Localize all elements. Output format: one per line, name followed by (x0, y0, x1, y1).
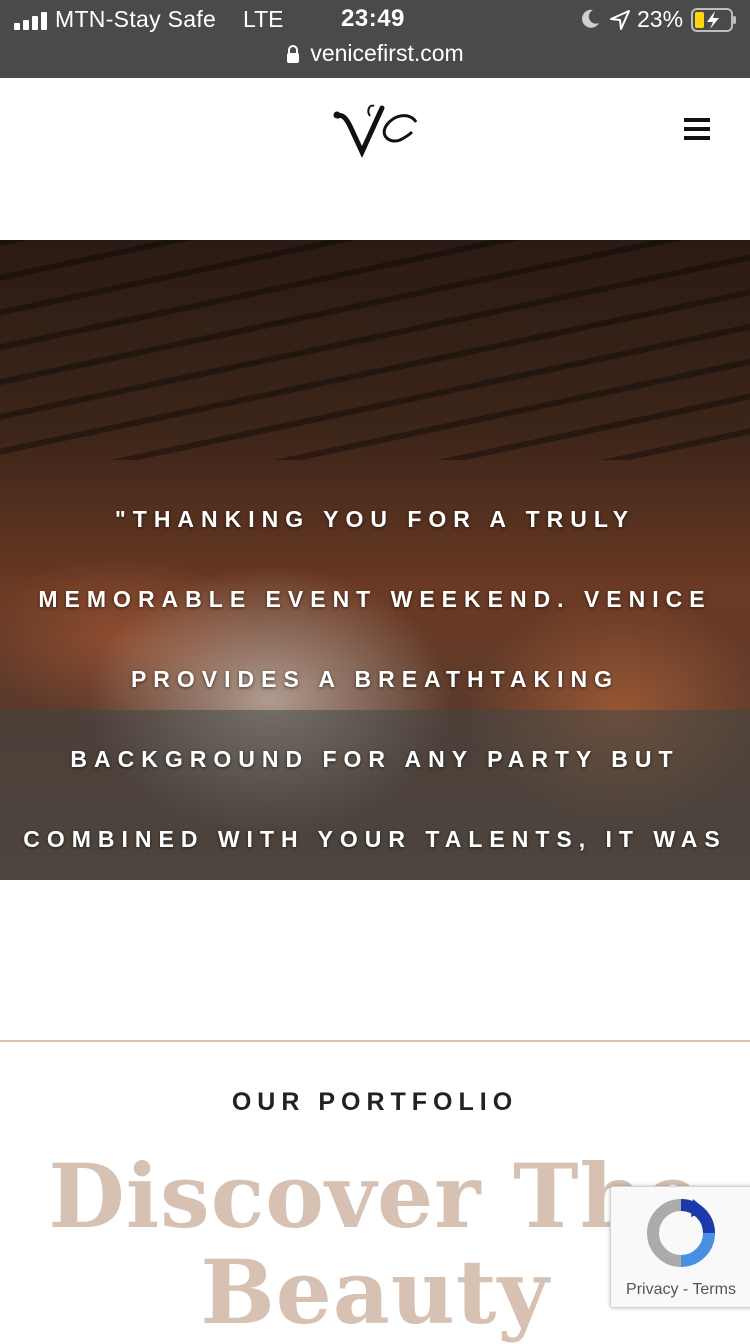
do-not-disturb-moon-icon (582, 9, 599, 28)
url-text: venicefirst.com (310, 40, 464, 66)
address-bar[interactable]: venicefirst.com (0, 40, 750, 67)
recaptcha-badge[interactable]: Privacy - Terms (610, 1186, 750, 1308)
recaptcha-privacy-link[interactable]: Privacy (626, 1281, 678, 1298)
testimonial-quote: "THANKING YOU FOR A TRULY MEMORABLE EVEN… (0, 240, 750, 880)
quote-line: COMBINED WITH YOUR TALENTS, IT WAS (23, 826, 727, 852)
quote-line: BACKGROUND FOR ANY PARTY BUT (70, 746, 680, 772)
recaptcha-separator: - (682, 1281, 689, 1298)
battery-charging-icon (691, 8, 736, 32)
status-row: MTN-Stay Safe LTE 23:49 23% (0, 0, 750, 40)
hero-banner: "THANKING YOU FOR A TRULY MEMORABLE EVEN… (0, 240, 750, 880)
recaptcha-links: Privacy - Terms (611, 1281, 750, 1299)
site-header (0, 78, 750, 240)
hamburger-menu-icon[interactable] (684, 118, 710, 140)
clock: 23:49 (341, 5, 405, 32)
battery-percent: 23% (637, 6, 684, 32)
location-arrow-icon (610, 10, 630, 30)
portfolio-label: OUR PORTFOLIO (231, 1088, 519, 1116)
network-type: LTE (243, 6, 284, 32)
recaptcha-icon (647, 1199, 715, 1267)
signal-strength-icon (14, 12, 48, 30)
quote-line: "THANKING YOU FOR A TRULY (114, 506, 636, 532)
recaptcha-terms-link[interactable]: Terms (692, 1281, 736, 1298)
lock-icon (287, 45, 300, 63)
section-divider (0, 1040, 750, 1042)
carrier-name: MTN-Stay Safe (55, 6, 217, 32)
status-bar: MTN-Stay Safe LTE 23:49 23% venicefirst.… (0, 0, 750, 78)
quote-line: PROVIDES A BREATHTAKING (130, 666, 620, 692)
vf-monogram-logo[interactable] (330, 100, 420, 160)
quote-line: MEMORABLE EVENT WEEKEND. VENICE (38, 586, 712, 612)
